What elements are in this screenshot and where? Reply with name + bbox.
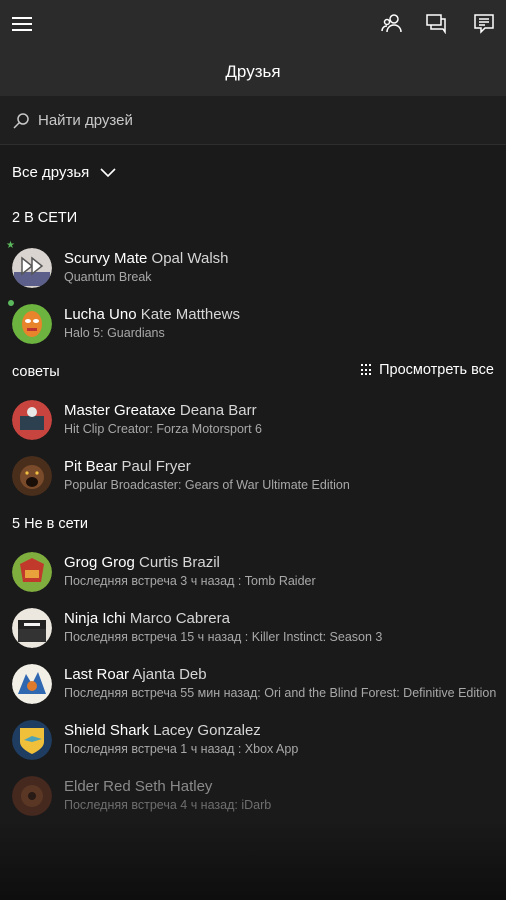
top-bar: Друзья — [0, 0, 506, 96]
avatar — [12, 304, 52, 344]
avatar — [12, 552, 52, 592]
friend-row[interactable]: Last Roar Ajanta Deb Последняя встреча 5… — [0, 660, 506, 712]
gamertag: Grog Grog — [64, 554, 135, 571]
real-name: Kate Matthews — [140, 306, 240, 323]
friend-row[interactable]: Lucha Uno Kate Matthews Halo 5: Guardian… — [0, 300, 506, 352]
suggestion-row[interactable]: Master Greataxe Deana Barr Hit Clip Crea… — [0, 396, 506, 448]
avatar — [12, 664, 52, 704]
avatar — [12, 608, 52, 648]
suggestion-row[interactable]: Pit Bear Paul Fryer Popular Broadcaster:… — [0, 452, 506, 504]
friend-status: Последняя встреча 1 ч назад : Xbox App — [64, 742, 299, 756]
real-name: Seth Hatley — [134, 778, 213, 795]
hamburger-icon[interactable] — [12, 16, 32, 32]
section-suggestions-heading: советы — [12, 364, 60, 380]
friends-icon[interactable] — [381, 12, 403, 34]
search-icon — [13, 113, 29, 129]
real-name: Lacey Gonzalez — [153, 722, 261, 739]
real-name: Marco Cabrera — [129, 610, 230, 627]
page-title: Друзья — [225, 62, 281, 81]
filter-label: Все друзья — [12, 163, 90, 181]
real-name: Deana Barr — [179, 402, 257, 419]
avatar — [12, 456, 52, 496]
online-indicator — [8, 300, 14, 306]
messages-icon[interactable] — [425, 12, 447, 34]
friend-status: Quantum Break — [64, 270, 152, 284]
gamertag: Last Roar — [64, 666, 130, 683]
friend-status: Последняя встреча 15 ч назад : Killer In… — [64, 630, 383, 644]
friend-row[interactable]: Elder Red Seth Hatley Последняя встреча … — [0, 772, 506, 824]
search-bar — [0, 96, 506, 145]
friend-row[interactable]: ★ Scurvy Mate Opal Walsh Quantum Break — [0, 240, 506, 296]
gamertag: Lucha Uno — [64, 306, 137, 323]
bottom-fade — [0, 820, 506, 900]
real-name: Curtis Brazil — [139, 554, 220, 571]
friend-status: Последняя встреча 4 ч назад: iDarb — [64, 798, 272, 812]
view-all-label: Просмотреть все — [379, 362, 494, 378]
friend-status: Popular Broadcaster: Gears of War Ultima… — [64, 478, 350, 492]
search-input[interactable] — [36, 108, 490, 132]
section-offline-heading: 5 Не в сети — [12, 516, 88, 532]
avatar — [12, 776, 52, 816]
gamertag: Ninja Ichi — [64, 610, 126, 627]
view-all-button[interactable]: Просмотреть все — [361, 362, 494, 378]
activity-feed-icon[interactable] — [473, 12, 495, 34]
section-online-heading: 2 В СЕТИ — [12, 210, 78, 226]
avatar — [12, 720, 52, 760]
gamertag: Pit Bear — [64, 458, 118, 475]
friend-row[interactable]: Ninja Ichi Marco Cabrera Последняя встре… — [0, 604, 506, 656]
friend-status: Последняя встреча 55 мин назад: Ori and … — [64, 686, 497, 700]
gamertag: Shield Shark — [64, 722, 150, 739]
avatar — [12, 400, 52, 440]
friend-status: Hit Clip Creator: Forza Motorsport 6 — [64, 422, 262, 436]
grid-icon — [361, 364, 373, 376]
friend-status: Последняя встреча 3 ч назад : Tomb Raide… — [64, 574, 316, 588]
real-name: Opal Walsh — [151, 250, 229, 267]
real-name: Ajanta Deb — [132, 666, 207, 683]
avatar — [12, 248, 52, 288]
favorite-star-icon: ★ — [6, 240, 15, 251]
friends-filter-dropdown[interactable]: Все друзья — [12, 160, 117, 184]
gamertag: Master Greataxe — [64, 402, 176, 419]
chevron-down-icon — [100, 168, 116, 178]
friend-row[interactable]: Shield Shark Lacey Gonzalez Последняя вс… — [0, 716, 506, 768]
real-name: Paul Fryer — [121, 458, 191, 475]
friend-status: Halo 5: Guardians — [64, 326, 165, 340]
gamertag: Elder Red — [64, 778, 131, 795]
friend-row[interactable]: Grog Grog Curtis Brazil Последняя встреч… — [0, 548, 506, 600]
gamertag: Scurvy Mate — [64, 250, 148, 267]
